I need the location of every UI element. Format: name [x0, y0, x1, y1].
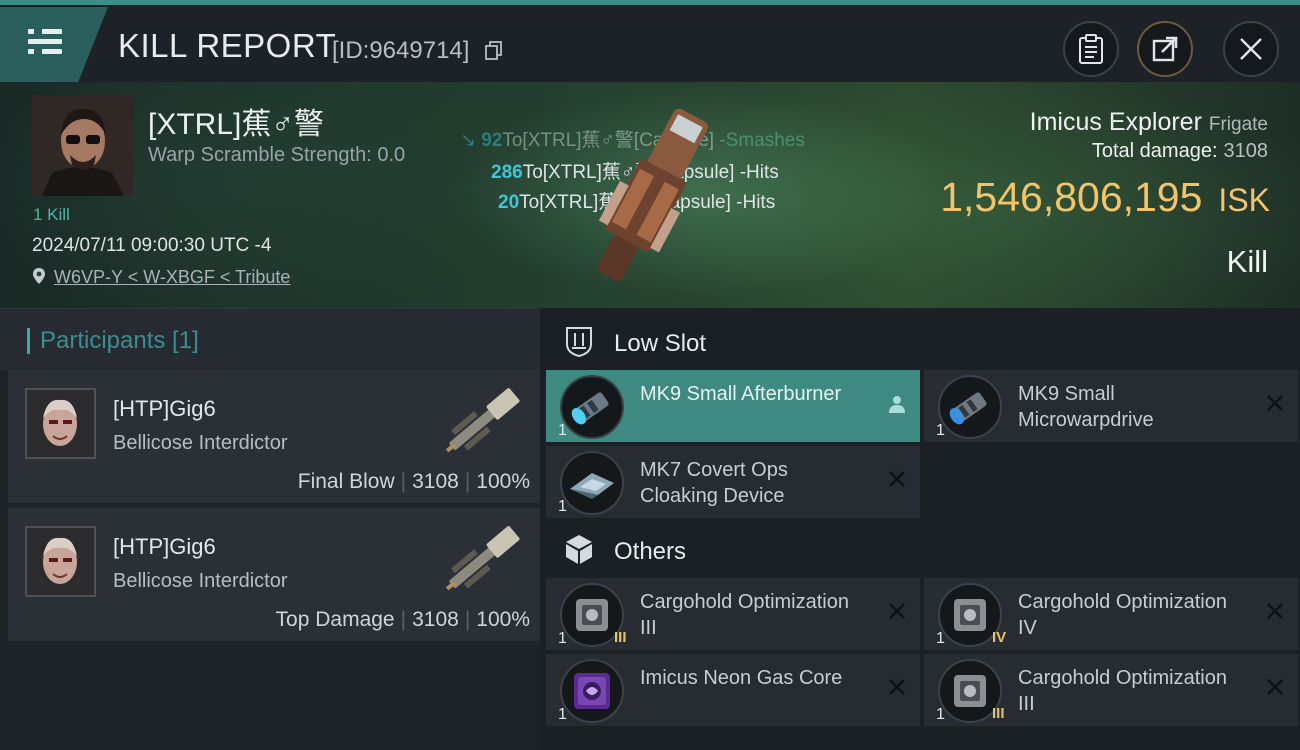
total-damage: Total damage: 3108 — [1091, 140, 1268, 162]
module-slot[interactable]: 1 MK9 Small Microwarpdrive — [924, 370, 1298, 442]
module-slot[interactable]: 1 MK7 Covert Ops Cloaking Device — [546, 446, 920, 518]
participant-stats: Top Damage | 3108 | 100% — [275, 608, 530, 631]
cargo-item-slot[interactable]: 1 III Cargohold Optimization III — [546, 578, 920, 650]
meta-level-badge: IV — [992, 629, 1007, 646]
participant-role: Final Blow — [297, 470, 395, 493]
participant-name[interactable]: [HTP]Gig6 — [113, 534, 216, 560]
victim-ship-name[interactable]: Imicus Explorer Frigate — [1030, 108, 1268, 137]
report-id: [ID:9649714] — [332, 37, 470, 64]
report-result: Kill — [1226, 244, 1268, 279]
kill-count: 1 Kill — [33, 205, 70, 224]
close-icon — [1240, 38, 1262, 60]
participant-row[interactable]: [HTP]Gig6 Bellicose Interdictor Final Bl… — [8, 370, 540, 503]
participant-stats: Final Blow | 3108 | 100% — [297, 470, 530, 493]
cube-icon — [566, 535, 592, 564]
location-link[interactable]: W6VP-Y < W-XBGF < Tribute — [54, 267, 290, 288]
participant-row[interactable]: [HTP]Gig6 Bellicose Interdictor Top Dama… — [8, 508, 540, 641]
meta-level-badge: III — [992, 705, 1005, 722]
cargo-item-slot[interactable]: 1 III Cargohold Optimization III — [924, 654, 1298, 726]
isk-value: 1,546,806,195 ISK — [940, 174, 1270, 220]
participants-header: Participants [1] — [0, 308, 540, 370]
destroyed-x-icon — [889, 471, 905, 487]
top-bar: KILL REPORT [ID:9649714] — [0, 0, 1300, 83]
share-icon — [1152, 36, 1178, 62]
participant-damage: 3108 — [412, 608, 459, 631]
low-slot-icon — [566, 327, 592, 358]
module-name: MK9 Small Microwarpdrive — [1018, 383, 1154, 431]
participant-avatar — [25, 388, 96, 459]
kill-banner: [XTRL]蕉♂警 Warp Scramble Strength: 0.0 1 … — [0, 82, 1300, 308]
participant-role: Top Damage — [275, 608, 395, 631]
item-name: Imicus Neon Gas Core — [640, 667, 843, 689]
clipboard-button[interactable] — [1063, 21, 1119, 77]
participant-percent: 100% — [476, 470, 530, 493]
destroyed-x-icon — [1267, 679, 1283, 695]
afterburner-icon — [560, 375, 624, 439]
page-title: KILL REPORT — [118, 27, 337, 64]
copy-icon[interactable] — [485, 41, 503, 61]
victim-portrait[interactable] — [32, 95, 133, 196]
cloak-icon — [560, 451, 624, 515]
participant-name[interactable]: [HTP]Gig6 — [113, 396, 216, 422]
microwarpdrive-icon — [938, 375, 1002, 439]
participant-damage: 3108 — [412, 470, 459, 493]
module-slot[interactable]: 1 MK9 Small Afterburner — [546, 370, 920, 442]
item-name: Cargohold Optimization IV — [1018, 591, 1227, 639]
victim-ship-image — [596, 108, 708, 282]
menu-button[interactable] — [0, 7, 108, 83]
participant-percent: 100% — [476, 608, 530, 631]
item-name: Cargohold Optimization III — [640, 591, 849, 639]
participant-avatar — [25, 526, 96, 597]
participant-ship: Bellicose Interdictor — [113, 432, 288, 454]
module-name: MK9 Small Afterburner — [640, 383, 842, 405]
share-button[interactable] — [1137, 21, 1193, 77]
destroyed-x-icon — [889, 679, 905, 695]
cargo-item-slot[interactable]: 1 IV Cargohold Optimization IV — [924, 578, 1298, 650]
participant-ship-image — [445, 526, 520, 591]
clipboard-icon — [1079, 34, 1103, 64]
cargo-item-slot[interactable]: 1 Imicus Neon Gas Core — [546, 654, 920, 726]
item-name: Cargohold Optimization III — [1018, 667, 1227, 715]
participant-ship-image — [445, 388, 520, 453]
victim-avatar — [32, 95, 133, 196]
user-icon — [889, 396, 905, 413]
gas-core-icon — [560, 659, 624, 723]
destroyed-x-icon — [1267, 395, 1283, 411]
close-button[interactable] — [1223, 21, 1279, 77]
location-pin-icon — [33, 268, 45, 284]
destroyed-x-icon — [889, 603, 905, 619]
meta-level-badge: III — [614, 629, 627, 646]
module-name: MK7 Covert Ops Cloaking Device — [640, 459, 788, 507]
participants-panel: Participants [1] [HTP]Gig6 Bellicose Int… — [0, 308, 540, 750]
destroyed-x-icon — [1267, 603, 1283, 619]
victim-name[interactable]: [XTRL]蕉♂警 — [148, 99, 324, 143]
kill-datetime: 2024/07/11 09:00:30 UTC -4 — [32, 235, 272, 256]
warp-scramble-strength: Warp Scramble Strength: 0.0 — [148, 144, 406, 166]
fitting-panel: Low Slot 1 MK9 Small Afterburner 1 MK9 S… — [540, 308, 1300, 750]
participant-ship: Bellicose Interdictor — [113, 570, 288, 592]
ship-class: Frigate — [1208, 114, 1268, 135]
